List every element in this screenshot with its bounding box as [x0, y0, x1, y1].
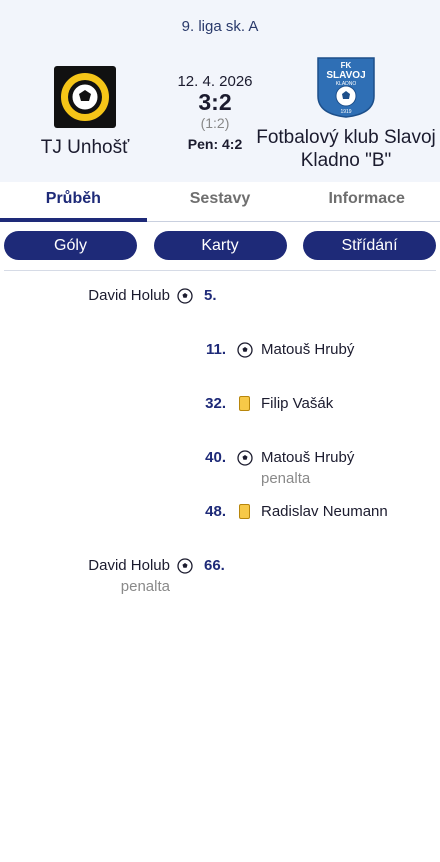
event-player: David Holub [88, 287, 170, 304]
away-team[interactable]: FK SLAVOJ KLADNO 1919 Fotbalový klub Sla… [253, 56, 439, 172]
away-logo-year: 1919 [340, 109, 351, 115]
tab-prubeh[interactable]: Průběh [0, 182, 147, 222]
event-row: David Holub 66. penalta [0, 555, 440, 595]
event-note: penalta [261, 470, 311, 487]
event-row: 40. Matouš Hrubý penalta [0, 447, 440, 487]
event-row: 11. Matouš Hrubý [0, 339, 440, 361]
soccer-ball-icon [177, 558, 193, 574]
away-team-logo: FK SLAVOJ KLADNO 1919 [316, 56, 376, 118]
filter-substitutions-button[interactable]: Střídání [303, 231, 436, 260]
match-header: 9. liga sk. A TJ Unhošť 12. 4. 2026 3:2 … [0, 0, 440, 182]
tab-informace[interactable]: Informace [293, 182, 440, 221]
event-player: Matouš Hrubý [261, 449, 355, 466]
event-player: Radislav Neumann [261, 503, 388, 520]
event-minute: 66. [204, 557, 225, 574]
away-logo-slavoj: SLAVOJ [326, 70, 365, 81]
match-tabs: Průběh Sestavy Informace [0, 182, 440, 222]
event-filters: Góly Karty Střídání [0, 231, 440, 260]
fk-slavoj-kladno-shield-icon: FK SLAVOJ KLADNO 1919 [317, 57, 375, 118]
away-logo-fk: FK [341, 61, 352, 70]
event-row: 32. Filip Vašák [0, 393, 440, 415]
soccer-ball-icon [177, 288, 193, 304]
event-row: David Holub 5. [0, 285, 440, 307]
event-note: penalta [120, 578, 170, 595]
away-team-name: Fotbalový klub Slavoj Kladno "B" [256, 127, 436, 171]
event-player: Filip Vašák [261, 395, 334, 412]
soccer-ball-icon [237, 450, 253, 466]
home-team[interactable]: TJ Unhošť [10, 66, 160, 159]
event-minute: 5. [204, 287, 217, 304]
tab-sestavy[interactable]: Sestavy [147, 182, 294, 221]
event-minute: 11. [205, 341, 226, 358]
filter-cards-button[interactable]: Karty [153, 231, 287, 260]
event-minute: 48. [205, 503, 226, 520]
divider [4, 270, 436, 271]
yellow-card-icon [239, 396, 250, 411]
league-name: 9. liga sk. A [181, 18, 259, 35]
event-minute: 32. [205, 395, 226, 412]
soccer-ball-icon [237, 342, 253, 358]
event-minute: 40. [205, 449, 226, 466]
event-player: David Holub [88, 557, 170, 574]
event-row: 48. Radislav Neumann [0, 501, 440, 523]
filter-goals-button[interactable]: Góly [4, 231, 137, 260]
tj-unhost-badge-icon [59, 71, 111, 123]
yellow-card-icon [239, 504, 250, 519]
home-team-name: TJ Unhošť [40, 137, 130, 158]
event-player: Matouš Hrubý [261, 341, 355, 358]
home-team-logo [54, 66, 116, 128]
